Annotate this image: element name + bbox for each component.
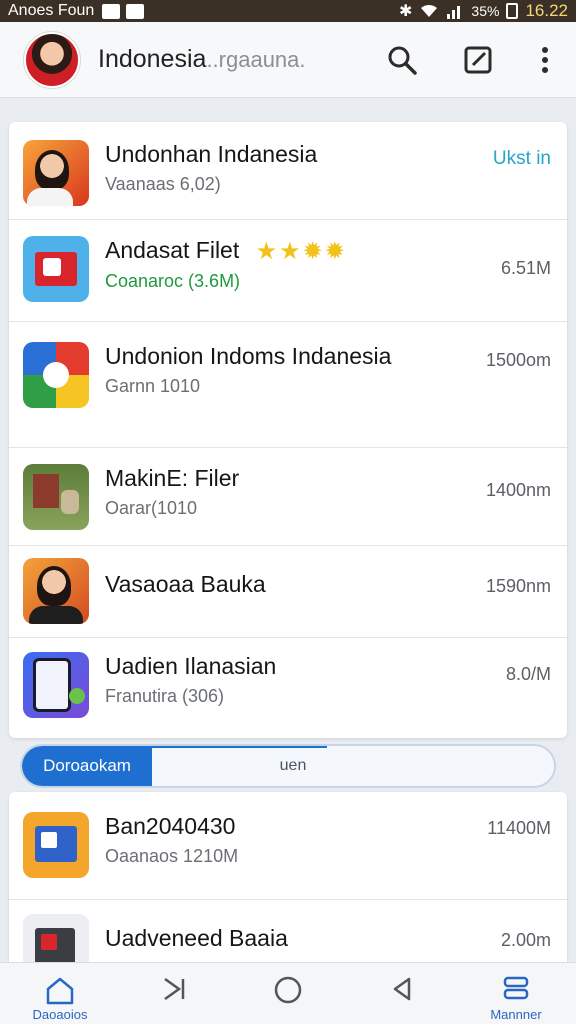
app-size: 1400nm: [485, 480, 551, 500]
battery-icon: [506, 3, 519, 19]
app-subtitle: Coanaroc (3.6M): [105, 271, 241, 292]
app-subtitle: Franutira (306): [105, 686, 225, 706]
portrait-icon: [23, 558, 89, 624]
tab-inactive[interactable]: uen: [152, 746, 554, 786]
app-list: Undonhan Indanesia Vaanaas 6,02) Ukst in…: [9, 122, 567, 738]
title-subtitle: ..rgaauna.: [206, 47, 306, 72]
list-item[interactable]: Ban2040430 Oaanaos 1210M 11400M: [9, 792, 567, 900]
nav-menu[interactable]: Mannner: [476, 963, 556, 1024]
app-name: Andasat Filet: [105, 237, 240, 263]
bluetooth-icon: ✱: [399, 3, 413, 20]
app-list-secondary: Ban2040430 Oaanaos 1210M 11400M Uadvenee…: [9, 792, 567, 972]
nav-menu-label: Mannner: [490, 1007, 542, 1022]
list-item[interactable]: Undonhan Indanesia Vaanaas 6,02) Ukst in: [9, 122, 567, 220]
app-name: Uadien Ilanasian: [105, 653, 277, 679]
file-box-icon: [23, 236, 89, 302]
install-link[interactable]: Ukst in: [493, 148, 551, 170]
star-icon: ★: [279, 238, 301, 266]
portrait-icon: [23, 140, 89, 206]
search-button[interactable]: [386, 44, 418, 76]
box-icon: [23, 812, 89, 878]
app-bar: Indonesia..rgaauna.: [0, 22, 576, 98]
game-icon: [23, 342, 89, 408]
app-name: MakinE: Filer: [105, 465, 240, 491]
phone-app-icon: [23, 652, 89, 718]
edit-icon: [464, 46, 492, 73]
photo-icon: [23, 464, 89, 530]
app-name: Vasaoaa Bauka: [105, 571, 266, 597]
list-item[interactable]: Vasaoaa Bauka 1590nm: [9, 546, 567, 638]
carrier-name: Anoes Foun: [8, 2, 95, 19]
status-bar: Anoes Foun ✱ 35% 16.22: [0, 0, 576, 22]
app-name-wrapper: Andasat Filet ★ ★ ✹ ✹: [105, 236, 493, 266]
nav-home[interactable]: Daoaoios: [20, 963, 100, 1024]
star-icon: ✹: [324, 238, 345, 266]
wifi-icon: [421, 4, 438, 17]
clock: 16.22: [525, 1, 568, 20]
page-title: Indonesia..rgaauna.: [98, 45, 306, 74]
list-item[interactable]: Uadien Ilanasian Franutira (306) 8.0/M: [9, 638, 567, 738]
app-size: 8.0/M: [505, 664, 551, 684]
nav-home-label: Daoaoios: [32, 1007, 88, 1022]
more-vert-icon: [542, 46, 548, 73]
app-size: 11400M: [487, 818, 551, 838]
compose-button[interactable]: [462, 44, 494, 76]
app-name: Undonhan Indanesia: [105, 141, 318, 167]
app-size: 1500om: [485, 350, 551, 370]
nav-back[interactable]: [362, 963, 442, 1024]
search-icon: [388, 46, 417, 75]
app-subtitle: Vaanaas 6,02): [105, 174, 221, 194]
app-name: Ban2040430: [105, 813, 236, 839]
app-size: 1590nm: [485, 576, 551, 596]
signal-icon: [447, 6, 461, 19]
battery-percent: 35%: [471, 3, 500, 19]
list-item[interactable]: Andasat Filet ★ ★ ✹ ✹ Coanaroc (3.6M) 6.…: [9, 220, 567, 322]
notification-icon: [126, 3, 145, 19]
skip-icon: [164, 977, 185, 1001]
home-icon: [46, 977, 74, 1005]
star-icon: ★: [255, 238, 278, 266]
menu-icon: [503, 976, 529, 1000]
app-subtitle: Oaanaos 1210M: [105, 846, 239, 866]
app-subtitle: Oarar(1010: [105, 498, 198, 518]
bottom-nav: Daoaoios Mannner: [0, 962, 576, 1024]
title-text: Indonesia: [98, 45, 207, 73]
avatar[interactable]: [24, 31, 80, 88]
list-item[interactable]: MakinE: Filer Oarar(1010 1400nm: [9, 448, 567, 546]
segment-tabs: Doroaokam uen: [20, 744, 556, 788]
overflow-menu-button[interactable]: [538, 44, 552, 76]
notification-icon: [102, 3, 121, 19]
nav-home-circle[interactable]: [248, 963, 328, 1024]
list-item[interactable]: Undonion Indoms Indanesia Garnn 1010 150…: [9, 322, 567, 448]
tab-active[interactable]: Doroaokam: [22, 746, 152, 786]
app-name: Uadveneed Baaia: [105, 925, 288, 951]
nav-forward[interactable]: [134, 963, 214, 1024]
star-icon: ✹: [302, 238, 323, 266]
app-name: Undonion Indoms Indanesia: [105, 343, 392, 369]
circle-icon: [274, 976, 302, 1004]
back-icon: [393, 977, 411, 1001]
app-size: 2.00m: [500, 930, 551, 950]
rating-stars: ★ ★ ✹ ✹: [256, 237, 345, 266]
app-subtitle: Garnn 1010: [105, 376, 201, 396]
app-size: 6.51M: [500, 258, 551, 278]
